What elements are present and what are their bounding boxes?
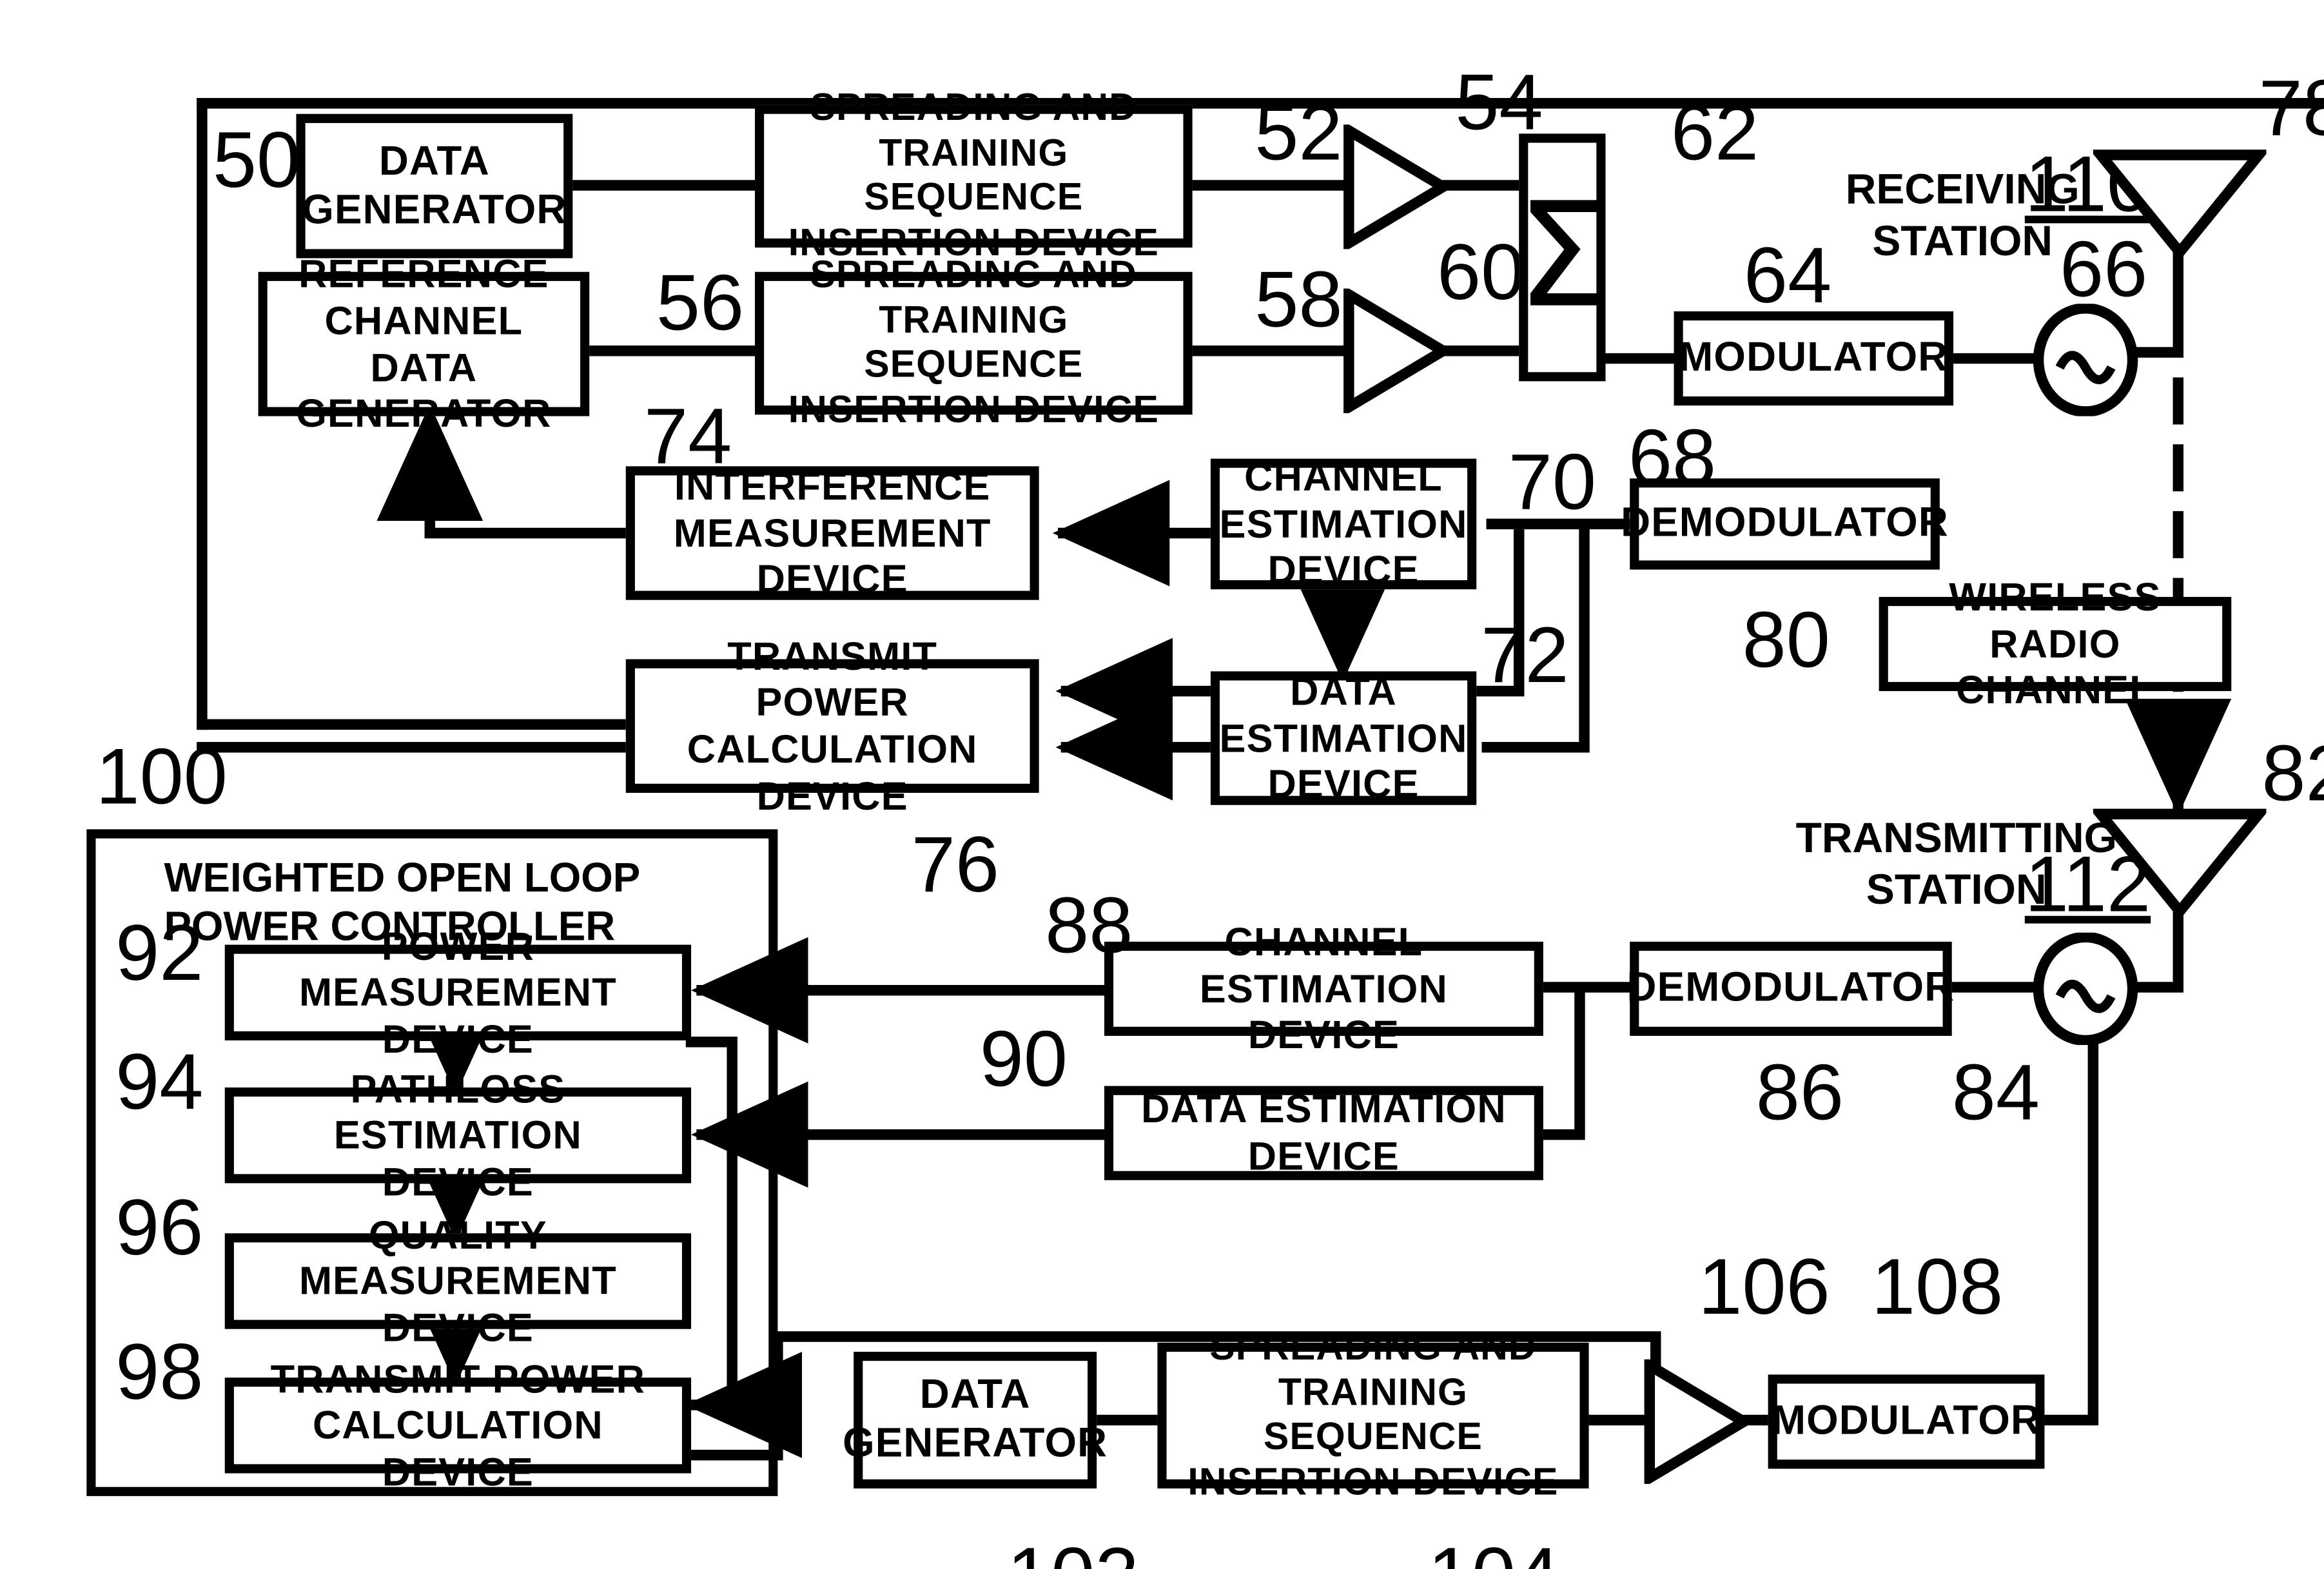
power-measurement-device-label: POWER MEASUREMENT DEVICE xyxy=(298,922,617,1062)
data-estimation-device-tx-label: DATA ESTIMATION DEVICE xyxy=(1141,1086,1507,1179)
patent-figure-canvas: 50 DATA GENERATOR SPREADING AND TRAINING… xyxy=(0,0,2324,1569)
modulator-receiving-station[interactable]: MODULATOR xyxy=(1674,311,1954,406)
ref-number-50: 50 xyxy=(212,117,301,206)
reference-channel-data-generator-label: REFERENCE CHANNEL DATA GENERATOR xyxy=(296,251,552,436)
data-estimation-device-rx-label: DATA ESTIMATION DEVICE xyxy=(1219,668,1468,807)
ref-number-86: 86 xyxy=(1755,1049,1844,1138)
transmit-power-calculation-device-rx-label: TRANSMIT POWER CALCULATION DEVICE xyxy=(687,632,978,819)
oscillator-84-icon xyxy=(2033,932,2138,1046)
ref-number-112: 112 xyxy=(2024,841,2151,930)
spreading-training-insertion-ref[interactable]: SPREADING AND TRAINING SEQUENCE INSERTIO… xyxy=(755,253,1193,431)
ref-number-108: 108 xyxy=(1871,1243,2004,1332)
wireless-radio-channel-label: WIRELESS RADIO CHANNEL xyxy=(1949,574,2162,713)
demodulator-transmitting-station-label: DEMODULATOR xyxy=(1626,964,1955,1011)
spreading-training-insertion-bottom-label: SPREADING AND TRAINING SEQUENCE INSERTIO… xyxy=(1187,1325,1559,1503)
ref-number-90: 90 xyxy=(979,1016,1068,1104)
ref-number-74: 74 xyxy=(644,393,732,482)
channel-estimation-device-tx[interactable]: CHANNEL ESTIMATION DEVICE xyxy=(1104,919,1543,1058)
ref-number-88: 88 xyxy=(1045,882,1133,971)
ref-number-100: 100 xyxy=(95,734,228,822)
quality-measurement-device[interactable]: QUALITY MEASUREMENT DEVICE xyxy=(224,1211,692,1350)
spreading-training-insertion-top[interactable]: SPREADING AND TRAINING SEQUENCE INSERTIO… xyxy=(755,86,1193,264)
pathloss-estimation-device-label: PATHLOSS ESTIMATION DEVICE xyxy=(333,1065,582,1205)
modulator-receiving-station-label: MODULATOR xyxy=(1679,334,1949,380)
ref-number-98: 98 xyxy=(115,1329,204,1418)
ref-number-106: 106 xyxy=(1698,1243,1830,1332)
sigma-icon: Σ xyxy=(1516,173,1608,341)
transmit-power-calculation-device-tx-label: TRANSMIT POWER CALCULATION DEVICE xyxy=(270,1355,646,1495)
interference-measurement-device-label: INTERFERENCE MEASUREMENT DEVICE xyxy=(673,463,991,602)
ref-number-80: 80 xyxy=(1742,596,1830,685)
modulator-transmitting-station-label: MODULATOR xyxy=(1771,1397,2042,1443)
spreading-training-insertion-top-label: SPREADING AND TRAINING SEQUENCE INSERTIO… xyxy=(788,86,1159,264)
ref-number-58: 58 xyxy=(1255,257,1343,345)
data-generator-bottom[interactable]: DATA GENERATOR xyxy=(843,1352,1107,1489)
antenna-78-icon xyxy=(2093,150,2267,261)
ref-number-78: 78 xyxy=(2258,65,2324,153)
ref-number-94: 94 xyxy=(115,1038,204,1127)
ref-number-76: 76 xyxy=(911,821,1000,910)
oscillator-66-icon xyxy=(2033,304,2138,416)
reference-channel-data-generator[interactable]: REFERENCE CHANNEL DATA GENERATOR xyxy=(258,251,590,436)
power-measurement-device[interactable]: POWER MEASUREMENT DEVICE xyxy=(224,922,692,1062)
ref-number-56: 56 xyxy=(656,259,745,348)
quality-measurement-device-label: QUALITY MEASUREMENT DEVICE xyxy=(298,1211,617,1350)
ref-number-102: 102 xyxy=(1007,1531,1138,1569)
ref-number-84: 84 xyxy=(1951,1049,2040,1138)
amplifier-106-icon xyxy=(1644,1359,1750,1485)
transmit-power-calculation-device-rx[interactable]: TRANSMIT POWER CALCULATION DEVICE xyxy=(625,633,1039,818)
channel-estimation-device-tx-label: CHANNEL ESTIMATION DEVICE xyxy=(1199,919,1448,1058)
amplifier-54-icon xyxy=(1343,124,1449,249)
ref-number-70: 70 xyxy=(1508,438,1597,527)
data-estimation-device-tx[interactable]: DATA ESTIMATION DEVICE xyxy=(1104,1086,1543,1180)
transmit-power-calculation-device-tx[interactable]: TRANSMIT POWER CALCULATION DEVICE xyxy=(224,1356,692,1494)
ref-number-104: 104 xyxy=(1428,1531,1559,1569)
demodulator-transmitting-station[interactable]: DEMODULATOR xyxy=(1627,941,1954,1036)
ref-number-82: 82 xyxy=(2261,730,2324,819)
data-generator-bottom-label: DATA GENERATOR xyxy=(843,1371,1108,1466)
pathloss-estimation-device[interactable]: PATHLOSS ESTIMATION DEVICE xyxy=(224,1066,692,1204)
ref-number-96: 96 xyxy=(115,1184,204,1273)
ref-number-92: 92 xyxy=(115,910,204,999)
demodulator-receiving-station-label: DEMODULATOR xyxy=(1621,500,1949,546)
spreading-training-insertion-ref-label: SPREADING AND TRAINING SEQUENCE INSERTIO… xyxy=(788,253,1159,431)
amplifier-60-icon xyxy=(1343,288,1449,413)
interference-measurement-device[interactable]: INTERFERENCE MEASUREMENT DEVICE xyxy=(625,463,1039,602)
ref-number-64: 64 xyxy=(1743,232,1832,321)
wireless-radio-channel[interactable]: WIRELESS RADIO CHANNEL xyxy=(1879,574,2232,713)
channel-estimation-device-rx[interactable]: CHANNEL ESTIMATION DEVICE xyxy=(1210,454,1477,593)
ref-number-72: 72 xyxy=(1481,612,1569,701)
data-estimation-device-rx[interactable]: DATA ESTIMATION DEVICE xyxy=(1210,668,1477,807)
ref-number-68: 68 xyxy=(1628,414,1717,503)
data-generator-top-label: DATA GENERATOR xyxy=(302,137,567,232)
summation-block[interactable]: Σ xyxy=(1516,133,1608,382)
data-generator-top[interactable]: DATA GENERATOR xyxy=(296,113,573,258)
ref-number-52: 52 xyxy=(1255,90,1343,178)
spreading-training-insertion-bottom[interactable]: SPREADING AND TRAINING SEQUENCE INSERTIO… xyxy=(1157,1326,1589,1503)
modulator-transmitting-station[interactable]: MODULATOR xyxy=(1768,1374,2045,1469)
channel-estimation-device-rx-label: CHANNEL ESTIMATION DEVICE xyxy=(1219,454,1468,593)
ref-number-62: 62 xyxy=(1670,90,1759,178)
